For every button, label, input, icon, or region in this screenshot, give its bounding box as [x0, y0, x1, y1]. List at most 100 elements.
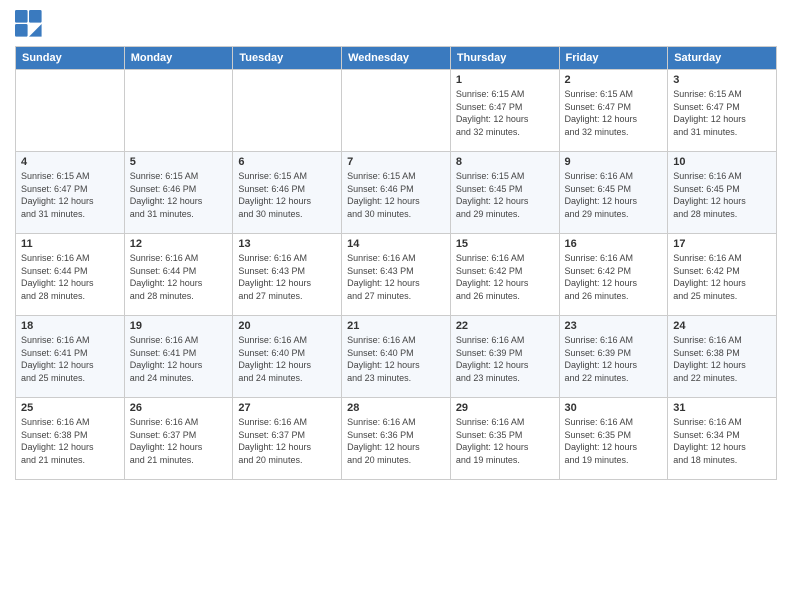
day-info: Sunrise: 6:15 AM Sunset: 6:47 PM Dayligh… — [565, 88, 663, 138]
day-info: Sunrise: 6:16 AM Sunset: 6:45 PM Dayligh… — [565, 170, 663, 220]
day-number: 15 — [456, 238, 554, 250]
logo-icon — [15, 10, 43, 38]
calendar-week-row: 25 Sunrise: 6:16 AM Sunset: 6:38 PM Dayli… — [16, 398, 777, 480]
calendar-cell: 2 Sunrise: 6:15 AM Sunset: 6:47 PM Daylig… — [559, 70, 668, 152]
day-info: Sunrise: 6:15 AM Sunset: 6:47 PM Dayligh… — [673, 88, 771, 138]
weekday-header: Thursday — [450, 47, 559, 70]
calendar-cell: 26 Sunrise: 6:16 AM Sunset: 6:37 PM Dayli… — [124, 398, 233, 480]
day-info: Sunrise: 6:16 AM Sunset: 6:40 PM Dayligh… — [238, 334, 336, 384]
calendar-cell: 5 Sunrise: 6:15 AM Sunset: 6:46 PM Daylig… — [124, 152, 233, 234]
day-info: Sunrise: 6:16 AM Sunset: 6:41 PM Dayligh… — [21, 334, 119, 384]
calendar-cell: 27 Sunrise: 6:16 AM Sunset: 6:37 PM Dayli… — [233, 398, 342, 480]
calendar-cell: 1Sunrise: 6:15 AM Sunset: 6:47 PM Daylig… — [450, 70, 559, 152]
calendar-cell: 14 Sunrise: 6:16 AM Sunset: 6:43 PM Dayli… — [342, 234, 451, 316]
day-number: 16 — [565, 238, 663, 250]
day-number: 9 — [565, 156, 663, 168]
calendar-cell: 25 Sunrise: 6:16 AM Sunset: 6:38 PM Dayli… — [16, 398, 125, 480]
calendar-cell: 18 Sunrise: 6:16 AM Sunset: 6:41 PM Dayli… — [16, 316, 125, 398]
day-info: Sunrise: 6:16 AM Sunset: 6:43 PM Dayligh… — [347, 252, 445, 302]
calendar-cell — [342, 70, 451, 152]
day-number: 8 — [456, 156, 554, 168]
day-number: 26 — [130, 402, 228, 414]
day-info: Sunrise: 6:16 AM Sunset: 6:39 PM Dayligh… — [456, 334, 554, 384]
day-number: 21 — [347, 320, 445, 332]
day-info: Sunrise: 6:16 AM Sunset: 6:42 PM Dayligh… — [456, 252, 554, 302]
calendar-cell: 15 Sunrise: 6:16 AM Sunset: 6:42 PM Dayli… — [450, 234, 559, 316]
weekday-header: Tuesday — [233, 47, 342, 70]
day-info: Sunrise: 6:16 AM Sunset: 6:38 PM Dayligh… — [673, 334, 771, 384]
day-info: Sunrise: 6:16 AM Sunset: 6:36 PM Dayligh… — [347, 416, 445, 466]
calendar-cell — [16, 70, 125, 152]
day-info: Sunrise: 6:16 AM Sunset: 6:41 PM Dayligh… — [130, 334, 228, 384]
day-number: 2 — [565, 74, 663, 86]
calendar-table: SundayMondayTuesdayWednesdayThursdayFrid… — [15, 46, 777, 480]
weekday-header: Saturday — [668, 47, 777, 70]
day-info: Sunrise: 6:16 AM Sunset: 6:37 PM Dayligh… — [238, 416, 336, 466]
calendar-cell: 4 Sunrise: 6:15 AM Sunset: 6:47 PM Daylig… — [16, 152, 125, 234]
day-info: Sunrise: 6:16 AM Sunset: 6:37 PM Dayligh… — [130, 416, 228, 466]
calendar-cell: 7Sunrise: 6:15 AM Sunset: 6:46 PM Daylig… — [342, 152, 451, 234]
day-info: Sunrise: 6:16 AM Sunset: 6:43 PM Dayligh… — [238, 252, 336, 302]
day-info: Sunrise: 6:15 AM Sunset: 6:47 PM Dayligh… — [21, 170, 119, 220]
day-number: 31 — [673, 402, 771, 414]
weekday-header: Sunday — [16, 47, 125, 70]
day-number: 11 — [21, 238, 119, 250]
day-number: 13 — [238, 238, 336, 250]
calendar-week-row: 1Sunrise: 6:15 AM Sunset: 6:47 PM Daylig… — [16, 70, 777, 152]
day-info: Sunrise: 6:16 AM Sunset: 6:38 PM Dayligh… — [21, 416, 119, 466]
calendar-cell: 3 Sunrise: 6:15 AM Sunset: 6:47 PM Daylig… — [668, 70, 777, 152]
day-info: Sunrise: 6:15 AM Sunset: 6:45 PM Dayligh… — [456, 170, 554, 220]
day-number: 29 — [456, 402, 554, 414]
calendar-cell: 21 Sunrise: 6:16 AM Sunset: 6:40 PM Dayli… — [342, 316, 451, 398]
day-number: 30 — [565, 402, 663, 414]
day-number: 20 — [238, 320, 336, 332]
calendar-cell: 13 Sunrise: 6:16 AM Sunset: 6:43 PM Dayli… — [233, 234, 342, 316]
day-number: 24 — [673, 320, 771, 332]
day-info: Sunrise: 6:16 AM Sunset: 6:44 PM Dayligh… — [130, 252, 228, 302]
calendar-cell: 24 Sunrise: 6:16 AM Sunset: 6:38 PM Dayli… — [668, 316, 777, 398]
calendar-cell: 12Sunrise: 6:16 AM Sunset: 6:44 PM Dayli… — [124, 234, 233, 316]
calendar-cell — [233, 70, 342, 152]
day-info: Sunrise: 6:16 AM Sunset: 6:42 PM Dayligh… — [673, 252, 771, 302]
day-number: 22 — [456, 320, 554, 332]
calendar-cell: 16 Sunrise: 6:16 AM Sunset: 6:42 PM Dayli… — [559, 234, 668, 316]
calendar-cell: 10 Sunrise: 6:16 AM Sunset: 6:45 PM Dayli… — [668, 152, 777, 234]
day-number: 14 — [347, 238, 445, 250]
weekday-header: Monday — [124, 47, 233, 70]
day-info: Sunrise: 6:16 AM Sunset: 6:40 PM Dayligh… — [347, 334, 445, 384]
calendar-cell: 11Sunrise: 6:16 AM Sunset: 6:44 PM Dayli… — [16, 234, 125, 316]
calendar-cell: 17 Sunrise: 6:16 AM Sunset: 6:42 PM Dayli… — [668, 234, 777, 316]
calendar-cell: 29Sunrise: 6:16 AM Sunset: 6:35 PM Dayli… — [450, 398, 559, 480]
calendar-cell: 30 Sunrise: 6:16 AM Sunset: 6:35 PM Dayli… — [559, 398, 668, 480]
calendar-cell — [124, 70, 233, 152]
day-info: Sunrise: 6:16 AM Sunset: 6:39 PM Dayligh… — [565, 334, 663, 384]
calendar-cell: 9 Sunrise: 6:16 AM Sunset: 6:45 PM Daylig… — [559, 152, 668, 234]
day-number: 4 — [21, 156, 119, 168]
day-info: Sunrise: 6:15 AM Sunset: 6:46 PM Dayligh… — [130, 170, 228, 220]
day-info: Sunrise: 6:16 AM Sunset: 6:35 PM Dayligh… — [565, 416, 663, 466]
day-number: 27 — [238, 402, 336, 414]
day-number: 17 — [673, 238, 771, 250]
header — [15, 10, 777, 38]
calendar-cell: 20 Sunrise: 6:16 AM Sunset: 6:40 PM Dayli… — [233, 316, 342, 398]
day-number: 3 — [673, 74, 771, 86]
calendar-week-row: 11 Sunrise: 6:16 AM Sunset: 6:44 PM Dayli… — [16, 234, 777, 316]
day-number: 19 — [130, 320, 228, 332]
day-info: Sunrise: 6:16 AM Sunset: 6:42 PM Dayligh… — [565, 252, 663, 302]
calendar-cell: 22 Sunrise: 6:16 AM Sunset: 6:39 PM Dayli… — [450, 316, 559, 398]
day-number: 10 — [673, 156, 771, 168]
calendar-cell: 23Sunrise: 6:16 AM Sunset: 6:39 PM Dayli… — [559, 316, 668, 398]
calendar-cell: 31Sunrise: 6:16 AM Sunset: 6:34 PM Dayli… — [668, 398, 777, 480]
day-number: 5 — [130, 156, 228, 168]
calendar-week-row: 18 Sunrise: 6:16 AM Sunset: 6:41 PM Dayli… — [16, 316, 777, 398]
day-number: 6 — [238, 156, 336, 168]
page: SundayMondayTuesdayWednesdayThursdayFrid… — [0, 0, 792, 612]
day-info: Sunrise: 6:15 AM Sunset: 6:46 PM Dayligh… — [238, 170, 336, 220]
day-info: Sunrise: 6:15 AM Sunset: 6:46 PM Dayligh… — [347, 170, 445, 220]
day-info: Sunrise: 6:16 AM Sunset: 6:45 PM Dayligh… — [673, 170, 771, 220]
day-number: 25 — [21, 402, 119, 414]
day-number: 18 — [21, 320, 119, 332]
day-info: Sunrise: 6:15 AM Sunset: 6:47 PM Dayligh… — [456, 88, 554, 138]
logo — [15, 10, 47, 38]
weekday-header: Wednesday — [342, 47, 451, 70]
